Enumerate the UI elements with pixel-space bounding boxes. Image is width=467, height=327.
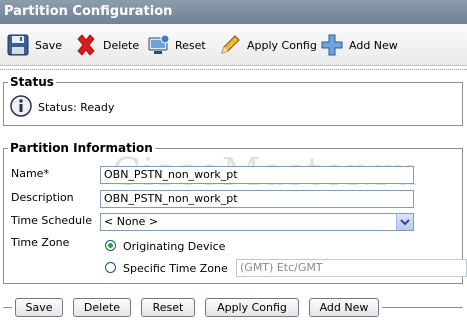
- time-schedule-value: < None >: [104, 215, 159, 228]
- toolbar: Save Delete Reset Apply Config Add New: [0, 24, 467, 66]
- time-schedule-select[interactable]: < None >: [100, 213, 414, 231]
- bottom-add-new-button[interactable]: Add New: [309, 298, 379, 317]
- info-icon: [10, 95, 32, 120]
- add-new-label: Add New: [349, 38, 398, 52]
- delete-label: Delete: [103, 38, 140, 52]
- time-schedule-label: Time Schedule: [11, 214, 92, 227]
- time-zone-select[interactable]: (GMT) Etc/GMT: [236, 259, 467, 277]
- status-text: Status: Ready: [38, 101, 115, 114]
- apply-config-button[interactable]: Apply Config: [218, 32, 317, 58]
- name-label: Name*: [11, 167, 49, 180]
- status-legend: Status: [8, 75, 56, 89]
- reset-label: Reset: [175, 38, 206, 52]
- bottom-delete-button[interactable]: Delete: [73, 298, 131, 317]
- save-label: Save: [35, 38, 63, 52]
- plus-icon: [320, 33, 344, 57]
- specific-time-zone-label: Specific Time Zone: [123, 262, 228, 275]
- reset-computer-icon: [146, 33, 170, 57]
- status-section: Status Status: Ready: [3, 75, 463, 126]
- floppy-disk-icon: [6, 33, 30, 57]
- radio-originating-device[interactable]: [105, 240, 116, 251]
- pencil-icon: [218, 33, 242, 57]
- radio-specific-time-zone[interactable]: [105, 262, 116, 273]
- bottom-apply-config-button[interactable]: Apply Config: [205, 298, 299, 317]
- name-input[interactable]: OBN_PSTN_non_work_pt: [100, 166, 414, 184]
- apply-config-label: Apply Config: [247, 38, 317, 52]
- red-x-delete-icon: [74, 33, 98, 57]
- bottom-save-button[interactable]: Save: [15, 298, 63, 317]
- originating-device-label: Originating Device: [123, 240, 226, 253]
- chevron-down-icon[interactable]: [396, 214, 413, 230]
- description-label: Description: [11, 191, 74, 204]
- reset-button[interactable]: Reset: [146, 32, 206, 58]
- time-zone-label: Time Zone: [11, 236, 70, 249]
- add-new-button[interactable]: Add New: [320, 32, 398, 58]
- bottom-divider-right: [382, 307, 463, 308]
- description-input[interactable]: OBN_PSTN_non_work_pt: [100, 190, 414, 208]
- bottom-divider-left: [3, 307, 12, 308]
- bottom-reset-button[interactable]: Reset: [141, 298, 195, 317]
- toolbar-divider: [0, 69, 467, 74]
- save-button[interactable]: Save: [6, 32, 62, 58]
- delete-button[interactable]: Delete: [74, 32, 139, 58]
- page-title: Partition Configuration: [0, 0, 467, 24]
- partition-information-legend: Partition Information: [8, 141, 155, 155]
